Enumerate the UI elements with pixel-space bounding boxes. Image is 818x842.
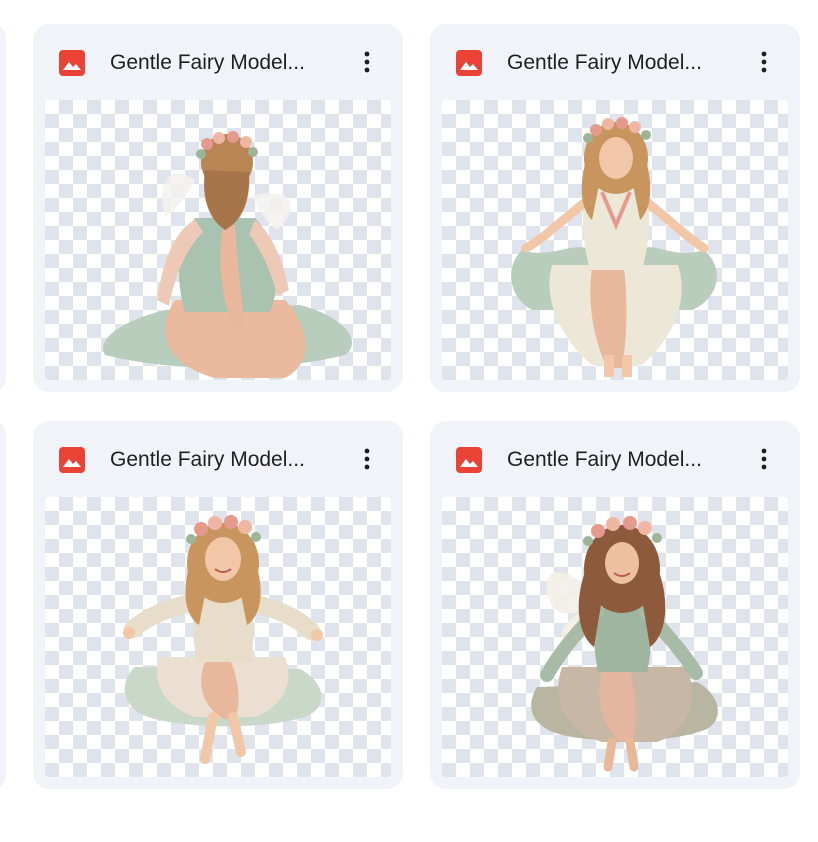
- image-thumbnail[interactable]: [45, 100, 391, 380]
- image-file-icon: [59, 447, 85, 473]
- image-thumbnail[interactable]: [442, 100, 788, 380]
- file-name[interactable]: Gentle Fairy Model...: [507, 446, 737, 474]
- image-file-icon: [59, 50, 85, 76]
- file-card-header: Gentle Fairy Model...: [33, 421, 403, 497]
- file-card-header: Gentle Fairy Model...: [430, 24, 800, 100]
- file-card-header: Gentle Fairy Model...: [430, 421, 800, 497]
- file-card-header: Gentle Fairy Model...: [33, 24, 403, 100]
- partial-file-card[interactable]: [0, 24, 6, 392]
- file-card[interactable]: Gentle Fairy Model...: [430, 421, 800, 789]
- more-options-button[interactable]: [349, 441, 385, 477]
- fairy-skirt-illustration: [511, 117, 717, 377]
- more-vert-icon: [364, 448, 370, 470]
- image-thumbnail[interactable]: [442, 497, 788, 777]
- image-file-icon: [456, 447, 482, 473]
- more-options-button[interactable]: [746, 44, 782, 80]
- fairy-back-illustration: [103, 131, 353, 378]
- more-options-button[interactable]: [746, 441, 782, 477]
- more-vert-icon: [364, 51, 370, 73]
- file-grid: Gentle Fairy Model... Gentle Fairy Model…: [0, 0, 818, 842]
- image-file-icon: [456, 50, 482, 76]
- file-card[interactable]: Gentle Fairy Model...: [33, 24, 403, 392]
- more-vert-icon: [761, 448, 767, 470]
- file-name[interactable]: Gentle Fairy Model...: [507, 49, 737, 77]
- more-vert-icon: [761, 51, 767, 73]
- fairy-twirl-illustration: [123, 515, 323, 764]
- image-thumbnail[interactable]: [45, 497, 391, 777]
- more-options-button[interactable]: [349, 44, 385, 80]
- partial-file-card[interactable]: [0, 421, 6, 789]
- file-name[interactable]: Gentle Fairy Model...: [110, 446, 340, 474]
- file-card[interactable]: Gentle Fairy Model...: [430, 24, 800, 392]
- file-card[interactable]: Gentle Fairy Model...: [33, 421, 403, 789]
- file-name[interactable]: Gentle Fairy Model...: [110, 49, 340, 77]
- fairy-wings-illustration: [531, 516, 718, 772]
